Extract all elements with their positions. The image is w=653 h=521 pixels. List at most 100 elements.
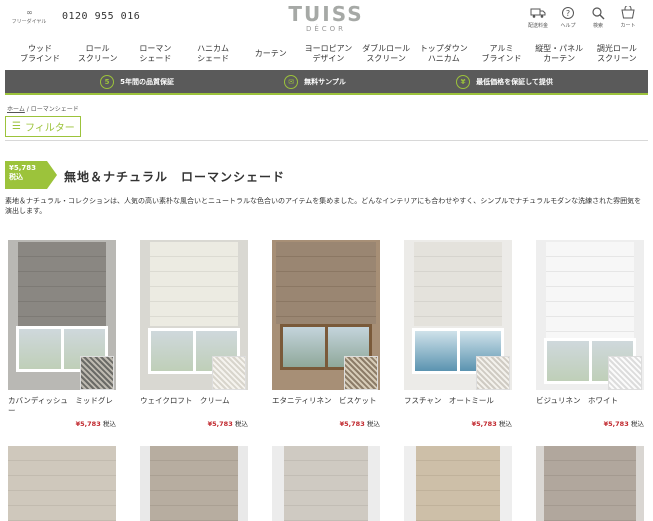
envelope-icon: ✉ [284, 74, 299, 89]
fabric-swatch [476, 356, 510, 390]
product-price: ¥5,783 税込 [272, 418, 380, 428]
roman-shade [414, 242, 502, 326]
price-tag: ¥5,783 税込 [5, 161, 57, 189]
product-name[interactable]: カバンディッシュ ミッドグレー [8, 396, 116, 416]
price-tag-amount: ¥5,783 [9, 164, 37, 172]
warranty-icon: 5 [100, 74, 115, 89]
product-card[interactable]: ビジュリネン ホワイト ¥5,783 税込 [536, 240, 644, 428]
nav-topdown-honeycomb[interactable]: トップダウン ハニカム [416, 40, 472, 68]
top-header: ∞ フリーダイヤル 0120 955 016 TUISS DÉCOR 配送料金 … [0, 0, 653, 38]
nav-european-design[interactable]: ヨーロピアン デザイン [300, 40, 356, 68]
intro-text: 素地＆ナチュラル・コレクションは、人気の高い素朴な風合いとニュートラルな色合いの… [5, 197, 642, 215]
product-photo[interactable] [536, 240, 644, 390]
price-value: ¥5,783 [207, 420, 233, 428]
help-icon: ? [560, 6, 576, 20]
nav-honeycomb-shades[interactable]: ハニカム シェード [185, 40, 241, 68]
tax-label: 税込 [235, 420, 248, 428]
help-button[interactable]: ? ヘルプ [557, 6, 579, 29]
nav-wood-blinds[interactable]: ウッド ブラインド [12, 40, 68, 68]
breadcrumb-home[interactable]: ホーム [7, 106, 25, 113]
logo-sub: DÉCOR [305, 25, 347, 33]
fabric-swatch [608, 356, 642, 390]
nav-curtains[interactable]: カーテン [243, 40, 299, 68]
price-tag-body: ¥5,783 税込 [5, 161, 47, 189]
site-logo[interactable]: TUISS DÉCOR [286, 3, 366, 33]
fabric-swatch [80, 356, 114, 390]
nav-vertical-panel[interactable]: 縦型・パネル カーテン [531, 40, 587, 68]
price-tag-tip [47, 161, 57, 189]
cart-label: カート [620, 23, 636, 29]
phone-number[interactable]: 0120 955 016 [62, 11, 140, 22]
product-photo[interactable] [8, 240, 116, 390]
fabric-swatch [212, 356, 246, 390]
breadcrumb-current: ローマンシェード [30, 106, 79, 113]
product-name[interactable]: ウェイクロフト クリーム [140, 396, 248, 416]
price-value: ¥5,783 [339, 420, 365, 428]
nav-dimmer-roll[interactable]: 調光ロール スクリーン [589, 40, 645, 68]
promo-bar: 5 5年間の品質保証 ✉ 無料サンプル ¥ 最低価格を保証して提供 [5, 70, 648, 95]
filter-label: フィルター [24, 123, 75, 134]
tax-label: 税込 [631, 420, 644, 428]
roman-shade [546, 242, 634, 338]
nav-roman-shades[interactable]: ローマン シェード [127, 40, 183, 68]
price-value: ¥5,783 [75, 420, 101, 428]
fabric-swatch [344, 356, 378, 390]
nav-roll-screens[interactable]: ロール スクリーン [70, 40, 126, 68]
roman-shade [150, 242, 238, 326]
product-card[interactable]: カバンディッシュ ミッドグレー ¥5,783 税込 [8, 240, 116, 428]
utility-icons: 配送料金 ? ヘルプ 検索 カート [527, 6, 639, 29]
tax-label: 税込 [103, 420, 116, 428]
shipping-button[interactable]: 配送料金 [527, 6, 549, 29]
svg-text:?: ? [566, 9, 570, 18]
product-name[interactable]: ビジュリネン ホワイト [536, 396, 644, 416]
promo-price-text: 最低価格を保証して提供 [476, 77, 553, 86]
product-name[interactable]: フスチャン オートミール [404, 396, 512, 416]
search-button[interactable]: 検索 [587, 6, 609, 29]
phone-block[interactable]: ∞ フリーダイヤル 0120 955 016 [12, 8, 140, 25]
free-dial-icon: ∞ [26, 8, 33, 17]
promo-samples[interactable]: ✉ 無料サンプル [284, 74, 346, 89]
promo-warranty-text: 5年間の品質保証 [120, 77, 174, 86]
help-label: ヘルプ [560, 23, 576, 29]
promo-samples-text: 無料サンプル [304, 77, 346, 86]
product-photo[interactable] [404, 446, 512, 521]
search-label: 検索 [592, 23, 603, 29]
price-tag-suffix: 税込 [9, 173, 23, 181]
nav-double-roll[interactable]: ダブルロール スクリーン [358, 40, 414, 68]
promo-warranty[interactable]: 5 5年間の品質保証 [100, 74, 174, 89]
roman-shade [18, 242, 106, 328]
product-photo[interactable] [272, 240, 380, 390]
divider [5, 140, 648, 141]
breadcrumb: ホーム / ローマンシェード [7, 104, 79, 113]
main-navigation: ウッド ブラインド ロール スクリーン ローマン シェード ハニカム シェード … [0, 40, 653, 68]
price-value: ¥5,783 [471, 420, 497, 428]
page-title: 無地＆ナチュラル ローマンシェード [64, 170, 286, 184]
product-price: ¥5,783 税込 [404, 418, 512, 428]
product-card[interactable]: フスチャン オートミール ¥5,783 税込 [404, 240, 512, 428]
product-photo[interactable] [404, 240, 512, 390]
product-name[interactable]: エタニティリネン ビスケット [272, 396, 380, 416]
logo-main: TUISS [288, 2, 364, 26]
search-icon [590, 6, 606, 20]
product-price: ¥5,783 税込 [140, 418, 248, 428]
price-value: ¥5,783 [603, 420, 629, 428]
product-card[interactable]: エタニティリネン ビスケット ¥5,783 税込 [272, 240, 380, 428]
free-dial: ∞ フリーダイヤル [12, 8, 47, 25]
shipping-label: 配送料金 [527, 23, 548, 29]
cart-button[interactable]: カート [617, 6, 639, 29]
product-photo[interactable] [8, 446, 116, 521]
promo-price-guarantee[interactable]: ¥ 最低価格を保証して提供 [456, 74, 553, 89]
product-photo[interactable] [272, 446, 380, 521]
roman-shade [276, 242, 376, 324]
product-card[interactable]: ウェイクロフト クリーム ¥5,783 税込 [140, 240, 248, 428]
filter-button[interactable]: ☰ フィルター [5, 116, 81, 137]
nav-aluminum-blinds[interactable]: アルミ ブラインド [474, 40, 530, 68]
product-photo[interactable] [536, 446, 644, 521]
truck-icon [530, 6, 546, 20]
tax-label: 税込 [367, 420, 380, 428]
cart-icon [620, 6, 636, 20]
product-photo[interactable] [140, 240, 248, 390]
tax-label: 税込 [499, 420, 512, 428]
product-photo[interactable] [140, 446, 248, 521]
sliders-icon: ☰ [12, 121, 21, 132]
